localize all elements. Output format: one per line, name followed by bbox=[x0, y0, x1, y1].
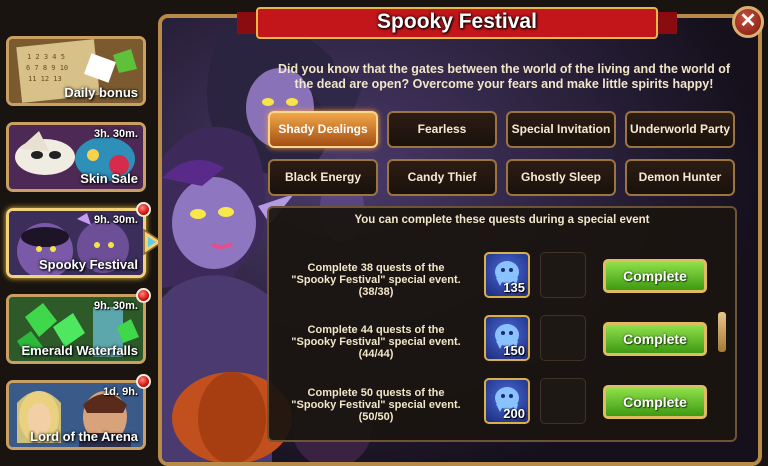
reward-count: 150 bbox=[503, 343, 525, 358]
notification-dot bbox=[136, 288, 151, 303]
tab-black-energy[interactable]: Black Energy bbox=[268, 159, 378, 196]
sidebar-item-lord-of-the-arena[interactable]: 1d. 9h. Lord of the Arena bbox=[6, 380, 146, 450]
sidebar-item-label: Spooky Festival bbox=[39, 257, 138, 272]
notification-dot bbox=[136, 374, 151, 389]
lord-of-the-arena-timer: 1d. 9h. bbox=[103, 386, 138, 398]
notification-dot bbox=[136, 202, 151, 217]
tab-shady-dealings[interactable]: Shady Dealings bbox=[268, 111, 378, 148]
spooky-festival-timer: 9h. 30m. bbox=[93, 214, 138, 226]
page-title: Spooky Festival bbox=[377, 10, 537, 33]
tab-fearless[interactable]: Fearless bbox=[387, 111, 497, 148]
emerald-waterfalls-timer: 9h. 30m. bbox=[93, 300, 138, 312]
quest-text: Complete 44 quests of the "Spooky Festiv… bbox=[291, 324, 461, 348]
close-button[interactable]: ✕ bbox=[732, 6, 764, 38]
reward-count: 135 bbox=[503, 280, 525, 295]
quest-progress: (50/50) bbox=[358, 411, 394, 423]
sidebar-item-emerald-waterfalls[interactable]: 9h. 30m. Emerald Waterfalls bbox=[6, 294, 146, 364]
reward-slot[interactable]: 135 bbox=[484, 252, 530, 298]
event-sidebar: 1 2 3 4 56 7 8 9 10 11 12 13 Daily bonus … bbox=[0, 30, 152, 466]
svg-text:6 7 8 9 10: 6 7 8 9 10 bbox=[26, 64, 68, 72]
quest-description: Complete 38 quests of the "Spooky Festiv… bbox=[286, 262, 466, 298]
sidebar-item-skin-sale[interactable]: 3h. 30m. Skin Sale bbox=[6, 122, 146, 192]
sidebar-item-label: Skin Sale bbox=[80, 171, 138, 186]
reward-slot[interactable]: 200 bbox=[484, 378, 530, 424]
reward-slot[interactable]: 150 bbox=[484, 315, 530, 361]
empty-reward-slot bbox=[540, 252, 586, 298]
empty-reward-slot bbox=[540, 315, 586, 361]
svg-text:1 2 3 4 5: 1 2 3 4 5 bbox=[27, 53, 65, 61]
quest-list-header: You can complete these quests during a s… bbox=[354, 214, 650, 226]
quest-text: Complete 50 quests of the "Spooky Festiv… bbox=[291, 387, 461, 411]
sidebar-item-label: Emerald Waterfalls bbox=[21, 343, 138, 358]
sidebar-item-daily-bonus[interactable]: 1 2 3 4 5 6 7 8 9 10 11 12 13 Daily bonus bbox=[6, 36, 146, 106]
event-description: Did you know that the gates between the … bbox=[277, 62, 731, 91]
quest-description: Complete 50 quests of the "Spooky Festiv… bbox=[286, 387, 466, 423]
sidebar-item-label: Lord of the Arena bbox=[30, 429, 138, 444]
sidebar-item-spooky-festival[interactable]: 9h. 30m. Spooky Festival bbox=[6, 208, 146, 278]
complete-button[interactable]: Complete bbox=[603, 385, 707, 419]
quest-scrollbar[interactable] bbox=[718, 312, 726, 352]
complete-button[interactable]: Complete bbox=[603, 322, 707, 356]
close-icon: ✕ bbox=[739, 10, 757, 32]
reward-count: 200 bbox=[503, 406, 525, 421]
tab-candy-thief[interactable]: Candy Thief bbox=[387, 159, 497, 196]
tab-ghostly-sleep[interactable]: Ghostly Sleep bbox=[506, 159, 616, 196]
empty-reward-slot bbox=[540, 378, 586, 424]
quest-progress: (38/38) bbox=[358, 286, 394, 298]
quest-description: Complete 44 quests of the "Spooky Festiv… bbox=[286, 324, 466, 360]
complete-button[interactable]: Complete bbox=[603, 259, 707, 293]
svg-text:11 12 13: 11 12 13 bbox=[28, 75, 62, 83]
tab-special-invitation[interactable]: Special Invitation bbox=[506, 111, 616, 148]
tab-underworld-party[interactable]: Underworld Party bbox=[625, 111, 735, 148]
quest-text: Complete 38 quests of the "Spooky Festiv… bbox=[291, 262, 461, 286]
sidebar-item-label: Daily bonus bbox=[64, 85, 138, 100]
quest-progress: (44/44) bbox=[358, 348, 394, 360]
skin-sale-timer: 3h. 30m. bbox=[93, 128, 138, 140]
tab-demon-hunter[interactable]: Demon Hunter bbox=[625, 159, 735, 196]
